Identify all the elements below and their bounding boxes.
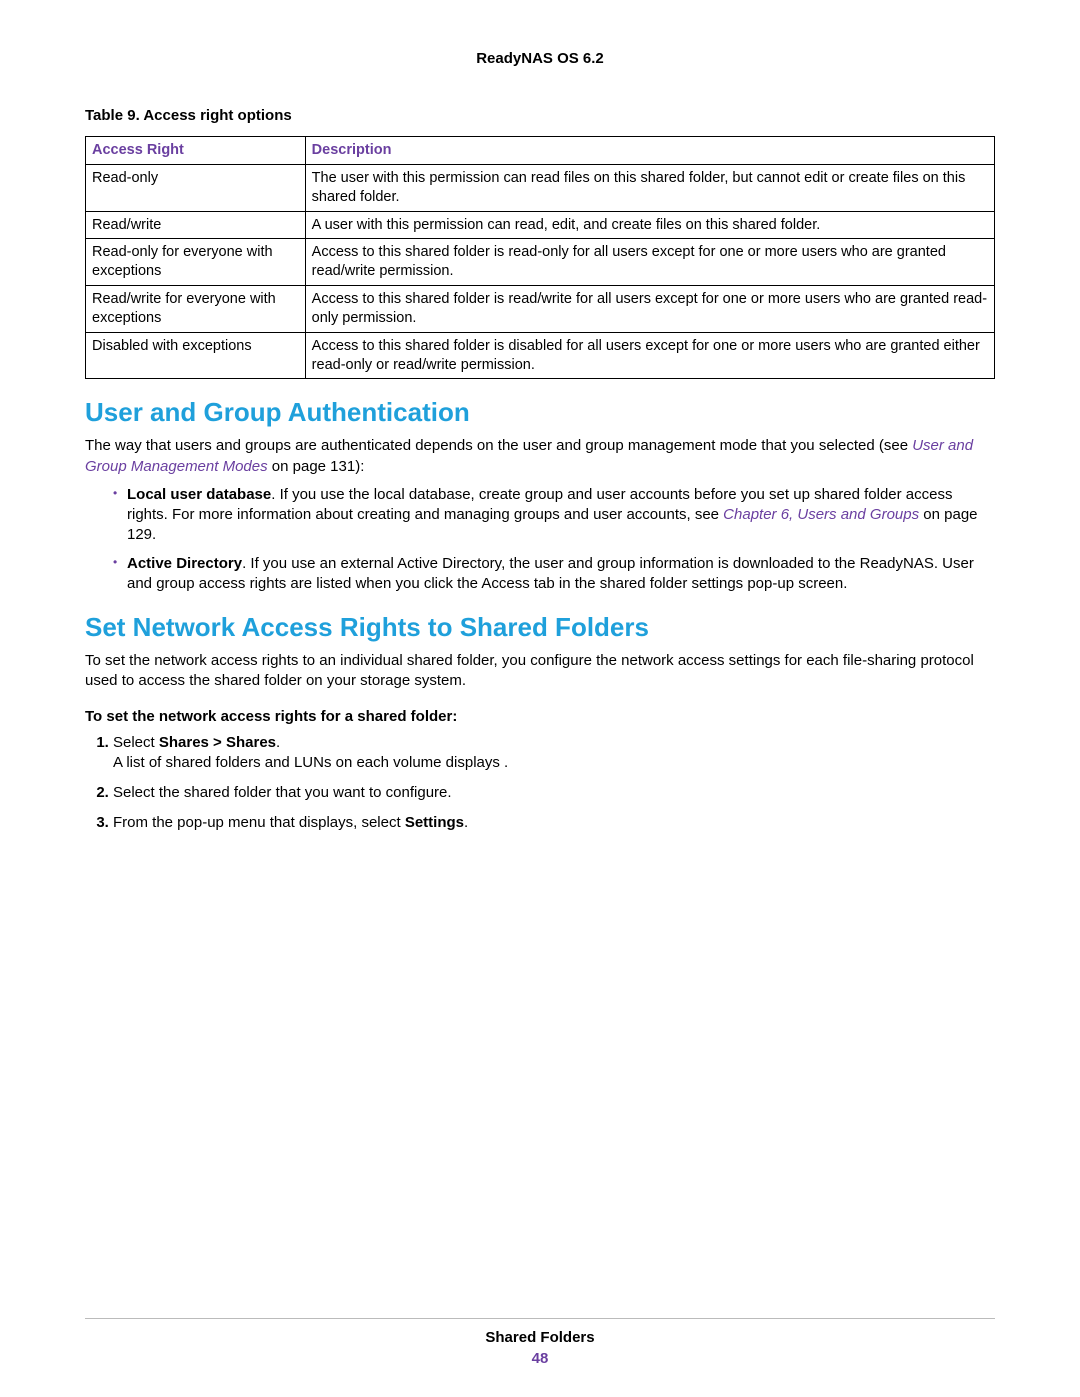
- procedure-heading: To set the network access rights for a s…: [85, 708, 995, 725]
- document-header: ReadyNAS OS 6.2: [85, 50, 995, 67]
- section-heading-access: Set Network Access Rights to Shared Fold…: [85, 612, 995, 643]
- footer-rule: [85, 1318, 995, 1319]
- table-header-cell: Description: [305, 137, 994, 165]
- table-row: Read/write for everyone with exceptions …: [86, 286, 995, 333]
- bullet-lead: Active Directory: [127, 555, 242, 572]
- table-row: Read-only for everyone with exceptions A…: [86, 239, 995, 286]
- text: A list of shared folders and LUNs on eac…: [113, 754, 508, 771]
- table-row: Read-only The user with this permission …: [86, 164, 995, 211]
- step-item: From the pop-up menu that displays, sele…: [113, 813, 995, 833]
- table-row: Disabled with exceptions Access to this …: [86, 332, 995, 379]
- table-cell-desc: Access to this shared folder is disabled…: [305, 332, 994, 379]
- table-header-cell: Access Right: [86, 137, 306, 165]
- text: . If you use an external Active Director…: [127, 555, 974, 592]
- text: The way that users and groups are authen…: [85, 437, 912, 454]
- text: From the pop-up menu that displays, sele…: [113, 814, 405, 831]
- page: ReadyNAS OS 6.2 Table 9. Access right op…: [0, 0, 1080, 1397]
- step-item: Select Shares > Shares. A list of shared…: [113, 733, 995, 774]
- text: Select the shared folder that you want t…: [113, 784, 452, 801]
- table-cell-desc: A user with this permission can read, ed…: [305, 211, 994, 239]
- access-rights-table: Access Right Description Read-only The u…: [85, 136, 995, 379]
- table-cell-right: Read/write: [86, 211, 306, 239]
- table-caption: Table 9. Access right options: [85, 107, 995, 124]
- table-cell-right: Read-only: [86, 164, 306, 211]
- list-item: Active Directory. If you use an external…: [113, 554, 995, 595]
- table-cell-desc: Access to this shared folder is read-onl…: [305, 239, 994, 286]
- bullet-lead: Local user database: [127, 486, 271, 503]
- table-cell-right: Disabled with exceptions: [86, 332, 306, 379]
- text: .: [276, 734, 280, 751]
- section-heading-auth: User and Group Authentication: [85, 397, 995, 428]
- list-item: Local user database. If you use the loca…: [113, 485, 995, 546]
- text: .: [464, 814, 468, 831]
- table-cell-right: Read-only for everyone with exceptions: [86, 239, 306, 286]
- footer-section-title: Shared Folders: [0, 1329, 1080, 1346]
- paragraph: To set the network access rights to an i…: [85, 651, 995, 692]
- bold-text: Settings: [405, 814, 464, 831]
- ordered-steps: Select Shares > Shares. A list of shared…: [85, 733, 995, 834]
- table-cell-desc: Access to this shared folder is read/wri…: [305, 286, 994, 333]
- step-item: Select the shared folder that you want t…: [113, 783, 995, 803]
- page-footer: Shared Folders 48: [0, 1318, 1080, 1367]
- bullet-list: Local user database. If you use the loca…: [85, 485, 995, 594]
- text: Select: [113, 734, 159, 751]
- table-header-row: Access Right Description: [86, 137, 995, 165]
- table-cell-desc: The user with this permission can read f…: [305, 164, 994, 211]
- text: on page 131):: [268, 458, 365, 475]
- paragraph: The way that users and groups are authen…: [85, 436, 995, 477]
- footer-page-number: 48: [0, 1350, 1080, 1367]
- link-text: Chapter 6, Users and Groups: [723, 506, 919, 523]
- table-row: Read/write A user with this permission c…: [86, 211, 995, 239]
- bold-text: Shares > Shares: [159, 734, 276, 751]
- table-cell-right: Read/write for everyone with exceptions: [86, 286, 306, 333]
